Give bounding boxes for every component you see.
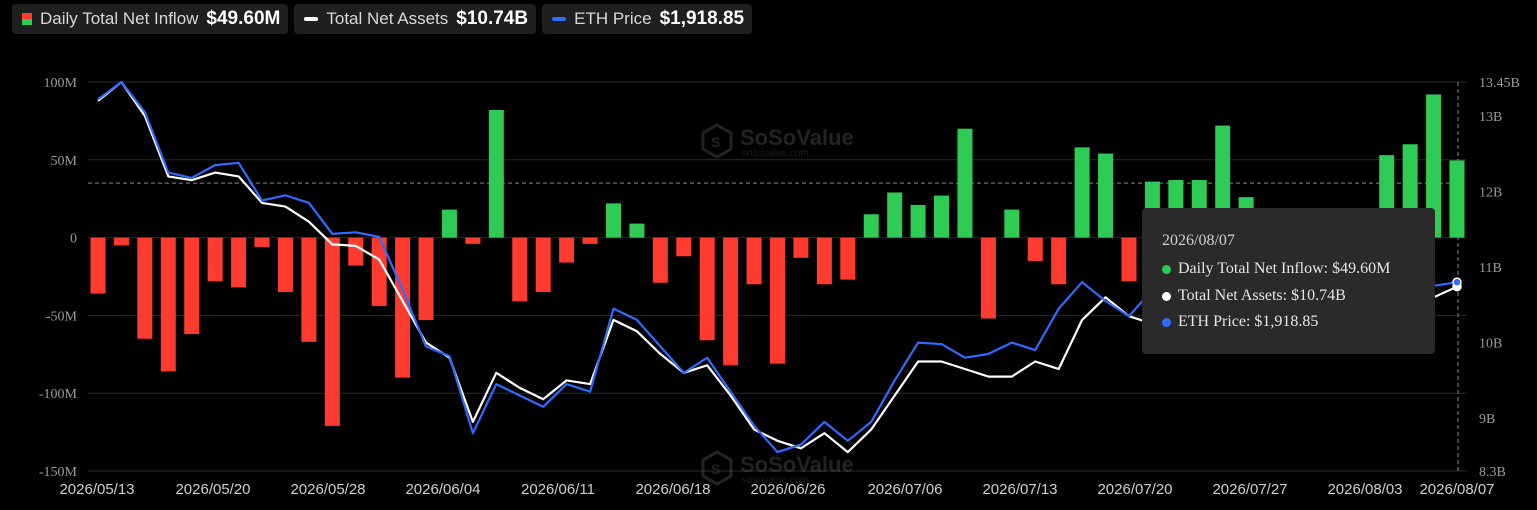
net-inflow-bar: [652, 237, 668, 283]
net-inflow-bar: [629, 223, 645, 238]
sosovalue-logo-icon: S: [701, 123, 733, 159]
right-axis-tick-label: 13B: [1479, 110, 1502, 125]
right-axis-tick-label: 10B: [1479, 337, 1502, 352]
net-inflow-bar: [160, 237, 176, 372]
net-inflow-bar: [324, 237, 340, 426]
net-inflow-bar: [559, 237, 575, 263]
x-axis-tick-label: 2026/06/11: [521, 481, 595, 498]
net-inflow-bar: [488, 110, 504, 238]
net-inflow-bar: [934, 195, 950, 238]
right-axis-tick-label: 13.45B: [1479, 76, 1520, 91]
white-dot-icon: [1162, 291, 1171, 301]
net-inflow-bar: [887, 192, 903, 238]
right-axis-tick-label: 8.3B: [1479, 465, 1506, 480]
net-inflow-bar: [699, 237, 715, 341]
net-inflow-bar: [816, 237, 832, 285]
net-inflow-bar: [605, 203, 621, 238]
net-inflow-bar: [512, 237, 528, 302]
right-axis-tick-label: 12B: [1479, 186, 1502, 201]
left-axis-tick-label: -100M: [39, 387, 78, 402]
watermark-brand: SoSoValue: [740, 125, 854, 150]
hover-tooltip: 2026/08/07 Daily Total Net Inflow: $49.6…: [1142, 208, 1435, 354]
left-axis-tick-label: 0: [70, 232, 77, 247]
eth-price-line-end-point: [1452, 277, 1462, 287]
tooltip-date: 2026/08/07: [1162, 232, 1235, 249]
net-inflow-bar: [395, 237, 411, 378]
left-axis-tick-label: -50M: [46, 309, 78, 324]
tooltip-row-net-assets: Total Net Assets: $10.74B: [1162, 287, 1346, 305]
sosovalue-logo-icon: S: [701, 450, 733, 486]
left-axis-tick-label: -150M: [39, 465, 78, 480]
x-axis-tick-label: 2026/08/07: [1419, 481, 1494, 498]
x-axis-tick-label: 2026/08/03: [1327, 481, 1402, 498]
net-inflow-bar: [910, 204, 926, 238]
green-dot-icon: [1162, 264, 1171, 274]
net-inflow-bar: [137, 237, 153, 339]
right-axis-tick-label: 11B: [1479, 261, 1502, 276]
left-axis-tick-label: 50M: [51, 154, 78, 169]
net-inflow-bar: [90, 237, 106, 294]
net-inflow-bar: [277, 237, 293, 293]
net-inflow-bar: [301, 237, 317, 342]
blue-dot-icon: [1162, 317, 1171, 327]
net-inflow-bar: [207, 237, 223, 282]
net-inflow-bar: [582, 237, 598, 244]
x-axis-tick-label: 2026/05/13: [59, 481, 134, 498]
watermark-brand: SoSoValue: [740, 452, 854, 477]
x-axis-tick-label: 2026/07/06: [867, 481, 942, 498]
x-axis-tick-label: 2026/05/20: [175, 481, 250, 498]
net-inflow-bar: [1074, 147, 1090, 238]
x-axis-tick-label: 2026/06/04: [405, 481, 480, 498]
net-inflow-bar: [957, 128, 973, 238]
tooltip-text-eth-price: ETH Price: $1,918.85: [1178, 313, 1319, 330]
net-inflow-bar: [184, 237, 200, 335]
net-inflow-bar: [348, 237, 364, 266]
x-axis-tick-label: 2026/06/26: [750, 481, 825, 498]
net-inflow-bar: [863, 214, 879, 238]
net-inflow-bar: [441, 209, 457, 238]
net-inflow-bar: [723, 237, 739, 366]
x-axis-tick-label: 2026/05/28: [290, 481, 365, 498]
net-inflow-bar: [1051, 237, 1067, 285]
net-inflow-bar: [770, 237, 785, 364]
net-inflow-bar: [746, 237, 762, 285]
net-inflow-bar: [676, 237, 692, 257]
tooltip-row-eth-price: ETH Price: $1,918.85: [1162, 313, 1318, 331]
net-inflow-bar: [465, 237, 481, 244]
tooltip-text-net-assets: Total Net Assets: $10.74B: [1178, 287, 1346, 304]
net-inflow-bar: [1098, 153, 1114, 238]
net-inflow-bar: [793, 237, 809, 258]
watermark-url: sosovalue.com: [742, 148, 809, 159]
left-axis-tick-label: 100M: [44, 76, 78, 91]
net-inflow-bar: [254, 237, 270, 247]
net-inflow-bar: [840, 237, 856, 280]
tooltip-row-net-inflow: Daily Total Net Inflow: $49.60M: [1162, 260, 1390, 278]
x-axis-tick-label: 2026/07/13: [982, 481, 1057, 498]
tooltip-text-net-inflow: Daily Total Net Inflow: $49.60M: [1178, 260, 1391, 277]
x-axis-tick-label: 2026/07/27: [1212, 481, 1287, 498]
net-inflow-bar: [1004, 209, 1020, 238]
net-inflow-bar: [418, 237, 434, 321]
svg-text:S: S: [711, 134, 720, 150]
x-axis-tick-label: 2026/07/20: [1097, 481, 1172, 498]
svg-text:S: S: [711, 461, 720, 477]
net-inflow-bar: [113, 237, 129, 246]
net-inflow-bar: [980, 237, 996, 319]
net-inflow-bar: [1449, 160, 1465, 238]
net-inflow-bar: [1121, 237, 1137, 282]
right-axis-tick-label: 9B: [1479, 412, 1495, 427]
x-axis-tick-label: 2026/06/18: [635, 481, 710, 498]
net-inflow-bar: [231, 237, 247, 288]
net-inflow-bar: [535, 237, 551, 293]
net-inflow-bar: [1027, 237, 1043, 261]
